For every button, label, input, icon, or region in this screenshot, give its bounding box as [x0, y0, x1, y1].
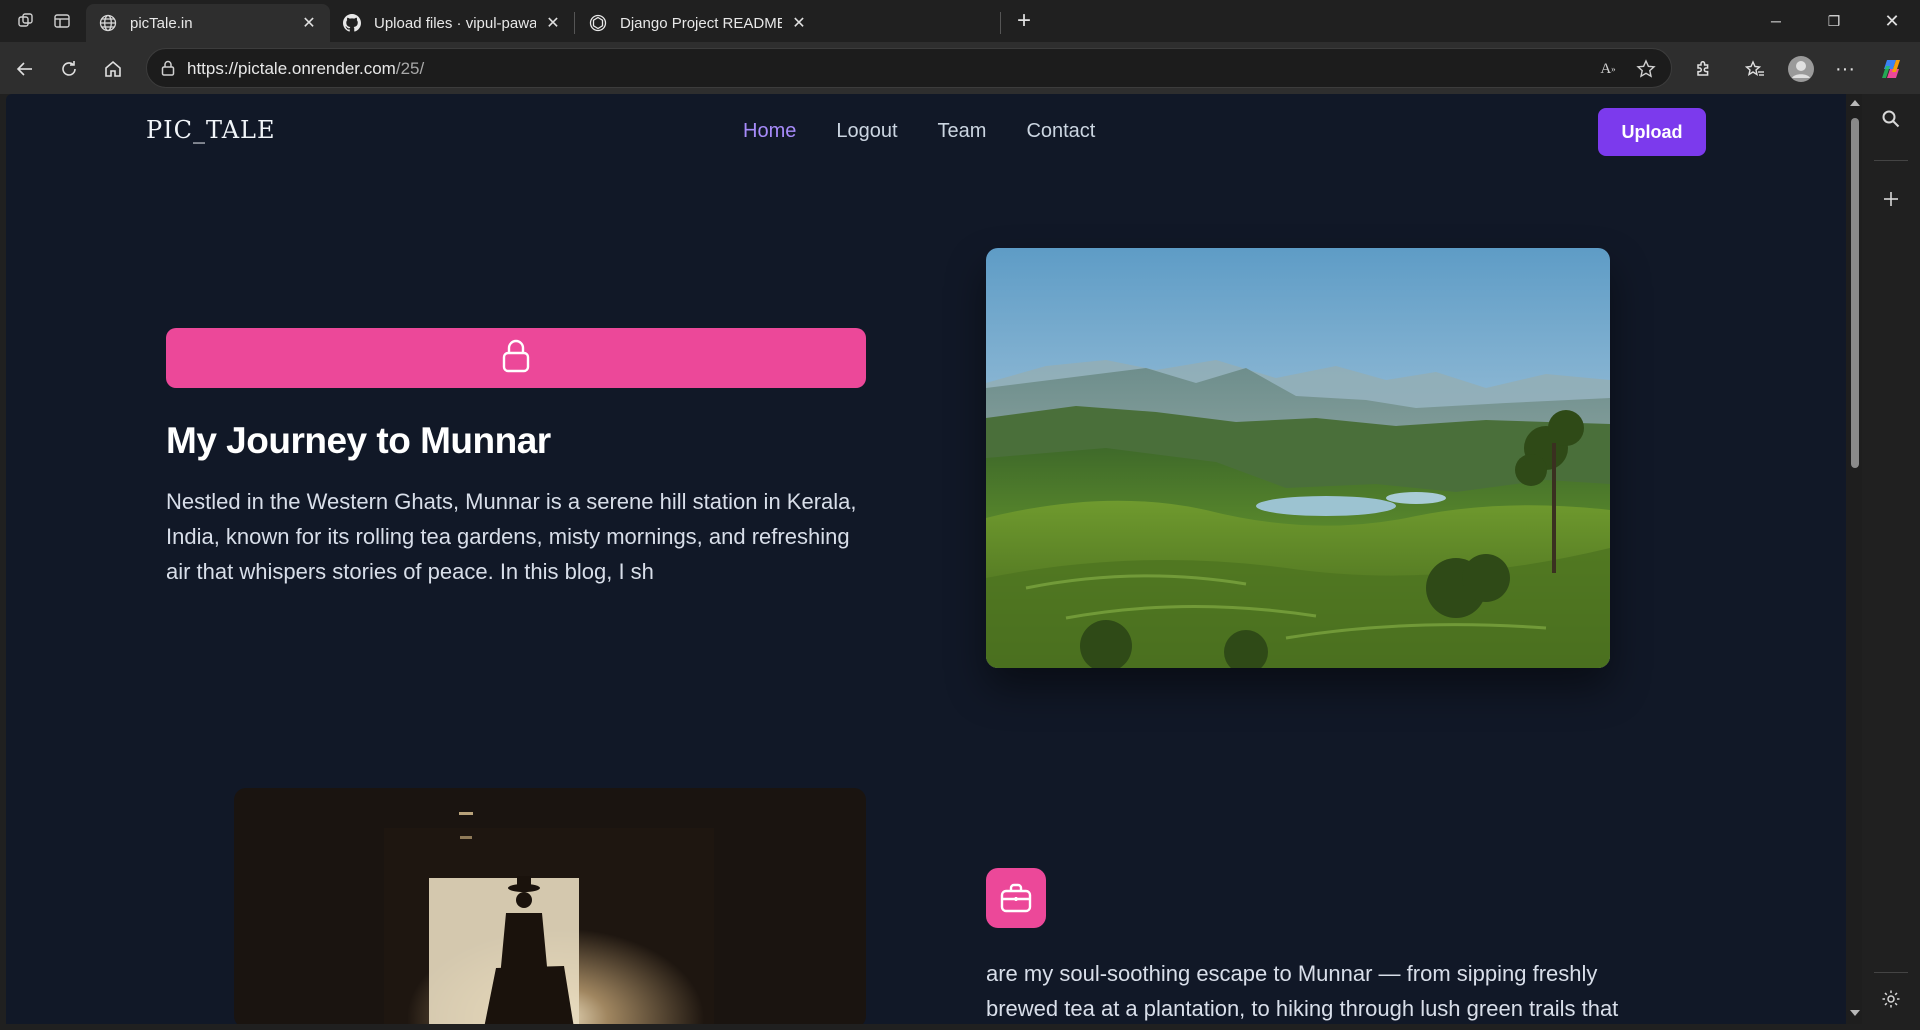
- address-bar[interactable]: https://pictale.onrender.com/25/ A»: [146, 48, 1672, 88]
- briefcase-icon: [986, 868, 1046, 928]
- browser-sidebar: [1862, 94, 1920, 1030]
- scrollbar-thumb[interactable]: [1851, 118, 1859, 468]
- site-logo[interactable]: PIC_TALE: [146, 116, 275, 144]
- url-path: /25/: [395, 59, 425, 78]
- tab-github-upload[interactable]: Upload files · vipul-pawar/picTale ✕: [330, 4, 574, 42]
- nav-team[interactable]: Team: [938, 120, 987, 143]
- vertical-tabs-icon[interactable]: [48, 8, 76, 34]
- tab-title: Django Project README Creation: [620, 14, 782, 32]
- sidebar-divider: [1874, 972, 1908, 973]
- github-icon: [342, 13, 362, 33]
- restore-button[interactable]: ❐: [1806, 0, 1862, 42]
- window-bottom-edge: [0, 1024, 1920, 1030]
- read-aloud-icon[interactable]: A»: [1597, 58, 1619, 80]
- browser-toolbar: https://pictale.onrender.com/25/ A» ···: [0, 42, 1920, 94]
- workspaces-icon[interactable]: [12, 8, 40, 34]
- more-options-icon[interactable]: ···: [1828, 52, 1862, 86]
- tab-separator: [1000, 12, 1001, 34]
- minimize-button[interactable]: ─: [1748, 0, 1804, 42]
- search-icon[interactable]: [1878, 106, 1904, 132]
- tab-separator: [574, 12, 575, 34]
- lock-icon[interactable]: [159, 59, 177, 77]
- profile-avatar[interactable]: [1784, 52, 1818, 86]
- new-tab-button[interactable]: +: [1010, 7, 1038, 34]
- close-tab-icon[interactable]: ✕: [300, 14, 318, 32]
- nav-home[interactable]: Home: [743, 120, 796, 143]
- nav-logout[interactable]: Logout: [836, 120, 897, 143]
- chatgpt-icon: [588, 13, 608, 33]
- globe-icon: [98, 13, 118, 33]
- scroll-up-arrow-icon[interactable]: [1850, 100, 1860, 106]
- close-window-button[interactable]: ✕: [1864, 0, 1920, 42]
- nav-contact[interactable]: Contact: [1026, 120, 1095, 143]
- settings-gear-icon[interactable]: [1878, 986, 1904, 1012]
- web-page: PIC_TALE Home Logout Team Contact Upload…: [6, 94, 1846, 1024]
- page-scrollbar[interactable]: [1846, 94, 1862, 1024]
- munnar-landscape-image: [986, 248, 1610, 668]
- post-excerpt: Nestled in the Western Ghats, Munnar is …: [166, 489, 857, 584]
- upload-button[interactable]: Upload: [1598, 108, 1706, 156]
- add-icon[interactable]: [1878, 186, 1904, 212]
- tab-pictale[interactable]: picTale.in ✕: [86, 4, 330, 42]
- favorites-icon[interactable]: [1738, 52, 1772, 86]
- locked-post-banner[interactable]: [166, 328, 866, 388]
- back-button[interactable]: [8, 52, 42, 86]
- post-title: My Journey to Munnar: [166, 420, 551, 461]
- tunnel-silhouette-image: [234, 788, 866, 1024]
- extensions-icon[interactable]: [1686, 52, 1720, 86]
- home-button[interactable]: [96, 52, 130, 86]
- close-tab-icon[interactable]: ✕: [544, 14, 562, 32]
- post-continuation: are my soul-soothing escape to Munnar — …: [986, 961, 1619, 1021]
- copilot-icon[interactable]: [1876, 52, 1910, 86]
- sidebar-divider: [1874, 160, 1908, 161]
- close-tab-icon[interactable]: ✕: [790, 14, 808, 32]
- browser-title-bar: picTale.in ✕ Upload files · vipul-pawar/…: [0, 0, 1920, 42]
- url-text[interactable]: https://pictale.onrender.com/25/: [187, 59, 424, 79]
- tab-title: Upload files · vipul-pawar/picTale: [374, 14, 536, 32]
- lock-icon: [501, 338, 531, 379]
- url-host: https://pictale.onrender.com: [187, 59, 396, 78]
- refresh-button[interactable]: [52, 52, 86, 86]
- tab-chatgpt[interactable]: Django Project README Creation ✕: [576, 4, 820, 42]
- site-nav: Home Logout Team Contact: [743, 120, 1095, 143]
- tab-title: picTale.in: [130, 14, 193, 32]
- favorite-star-icon[interactable]: [1635, 58, 1657, 80]
- scroll-down-arrow-icon[interactable]: [1850, 1010, 1860, 1016]
